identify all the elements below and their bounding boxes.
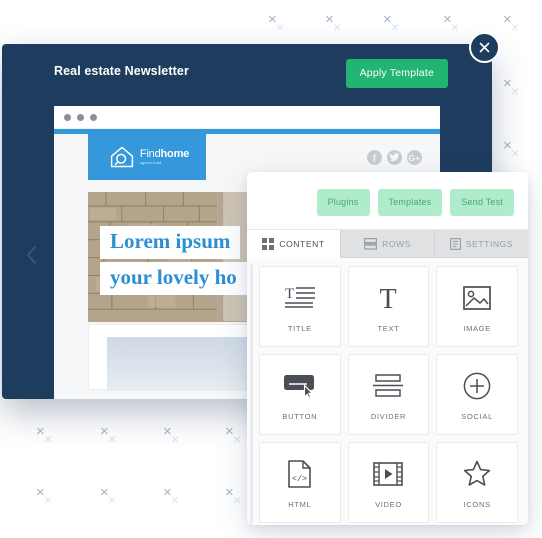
star-icon [463, 457, 491, 491]
divider-icon [373, 369, 404, 403]
apply-template-button[interactable]: Apply Template [345, 59, 448, 88]
decorative-x-icon: × × [443, 11, 460, 35]
video-icon [373, 457, 404, 491]
decorative-x-icon: × × [163, 484, 180, 508]
tab-content[interactable]: CONTENT [247, 230, 341, 258]
decorative-x-icon: × × [503, 11, 520, 35]
decorative-x-icon: × × [325, 11, 342, 35]
decorative-x-icon: × × [268, 11, 285, 35]
chevron-left-icon[interactable] [20, 242, 42, 268]
googleplus-icon: G+ [407, 149, 422, 165]
tab-label: CONTENT [279, 238, 325, 249]
block-label: TITLE [287, 323, 312, 333]
decorative-x-icon: × × [383, 11, 400, 35]
block-label: TEXT [377, 323, 400, 333]
decorative-x-icon: × × [100, 484, 117, 508]
social-plus-icon [463, 369, 491, 403]
hero-headline-line1: Lorem ipsum [100, 226, 241, 259]
block-social[interactable]: SOCIAL [436, 354, 518, 435]
decorative-x-icon: × × [36, 423, 53, 447]
blocks-scroll-area[interactable]: T TITLE T TEXT IMAGE BUTTON DIVIDER SOCIAL </> HT… [247, 258, 528, 525]
close-icon[interactable] [469, 32, 500, 63]
block-image[interactable]: IMAGE [436, 266, 518, 347]
decorative-x-icon: × × [503, 137, 520, 161]
tab-settings[interactable]: SETTINGS [435, 230, 528, 258]
title-icon: T [283, 281, 317, 315]
block-divider[interactable]: DIVIDER [347, 354, 430, 435]
block-title[interactable]: T TITLE [259, 266, 341, 347]
svg-text:T: T [285, 286, 294, 302]
brand-tagline: agents trust [139, 160, 162, 165]
block-label: VIDEO [375, 499, 402, 509]
window-dot [64, 113, 71, 121]
screenshot-root: × × × × × × × × × × × × × × × × × × × × × × × × × × × × × × Real esta… [0, 0, 542, 538]
rows-icon [364, 237, 378, 250]
twitter-icon [387, 149, 402, 165]
grid-icon [262, 237, 275, 250]
brand-name-bold: home [160, 147, 190, 160]
image-icon [463, 281, 492, 315]
send-test-button[interactable]: Send Test [450, 189, 514, 216]
tab-label: ROWS [382, 238, 411, 249]
text-icon: T [373, 281, 403, 315]
block-label: IMAGE [463, 323, 491, 333]
block-label: SOCIAL [461, 411, 494, 421]
panel-scrollbar[interactable] [250, 264, 253, 525]
block-label: BUTTON [282, 411, 318, 421]
facebook-icon: f [367, 149, 382, 165]
brand-name-light: Find [139, 147, 161, 160]
window-dot [77, 113, 84, 121]
page-title: Real estate Newsletter [54, 64, 189, 78]
decorative-x-icon: × × [36, 484, 53, 508]
brand-logo-block: Findhome agents trust [88, 134, 206, 180]
decorative-x-icon: × × [225, 423, 242, 447]
decorative-x-icon: × × [100, 423, 117, 447]
plugins-button[interactable]: Plugins [316, 189, 370, 216]
html-code-icon: </> [288, 457, 312, 491]
content-blocks-panel: Plugins Templates Send Test CONTENT ROWS SET… [247, 172, 528, 525]
hero-headline-line2: your lovely ho [100, 262, 247, 295]
svg-text:f: f [373, 153, 377, 164]
block-button[interactable]: BUTTON [259, 354, 341, 435]
decorative-x-icon: × × [225, 484, 242, 508]
browser-titlebar [54, 106, 440, 129]
block-label: HTML [288, 499, 312, 509]
house-search-logo-icon [110, 146, 134, 168]
block-text[interactable]: T TEXT [347, 266, 430, 347]
block-html[interactable]: </> HTML [259, 442, 341, 523]
modal-header: Real estate Newsletter Apply Template [2, 44, 492, 104]
svg-text:</>: </> [292, 474, 307, 484]
window-dot [90, 113, 97, 121]
templates-button[interactable]: Templates [377, 189, 443, 216]
svg-text:T: T [380, 284, 397, 313]
svg-text:G+: G+ [409, 153, 421, 163]
button-icon [283, 369, 317, 403]
tab-rows[interactable]: ROWS [341, 230, 435, 258]
spacer-left [54, 134, 88, 180]
block-icons[interactable]: ICONS [436, 442, 518, 523]
content-blocks-grid: T TITLE T TEXT IMAGE BUTTON DIVIDER SOCIAL </> HT… [259, 266, 518, 523]
brand-text: Findhome agents trust [139, 147, 190, 165]
panel-actions-toolbar: Plugins Templates Send Test [247, 172, 528, 229]
tab-label: SETTINGS [465, 238, 514, 249]
block-video[interactable]: VIDEO [347, 442, 430, 523]
decorative-x-icon: × × [503, 75, 520, 99]
block-label: DIVIDER [370, 411, 407, 421]
decorative-x-icon: × × [163, 423, 180, 447]
panel-tabs: CONTENT ROWS SETTINGS [247, 229, 528, 258]
block-label: ICONS [463, 499, 491, 509]
list-icon [449, 237, 461, 250]
